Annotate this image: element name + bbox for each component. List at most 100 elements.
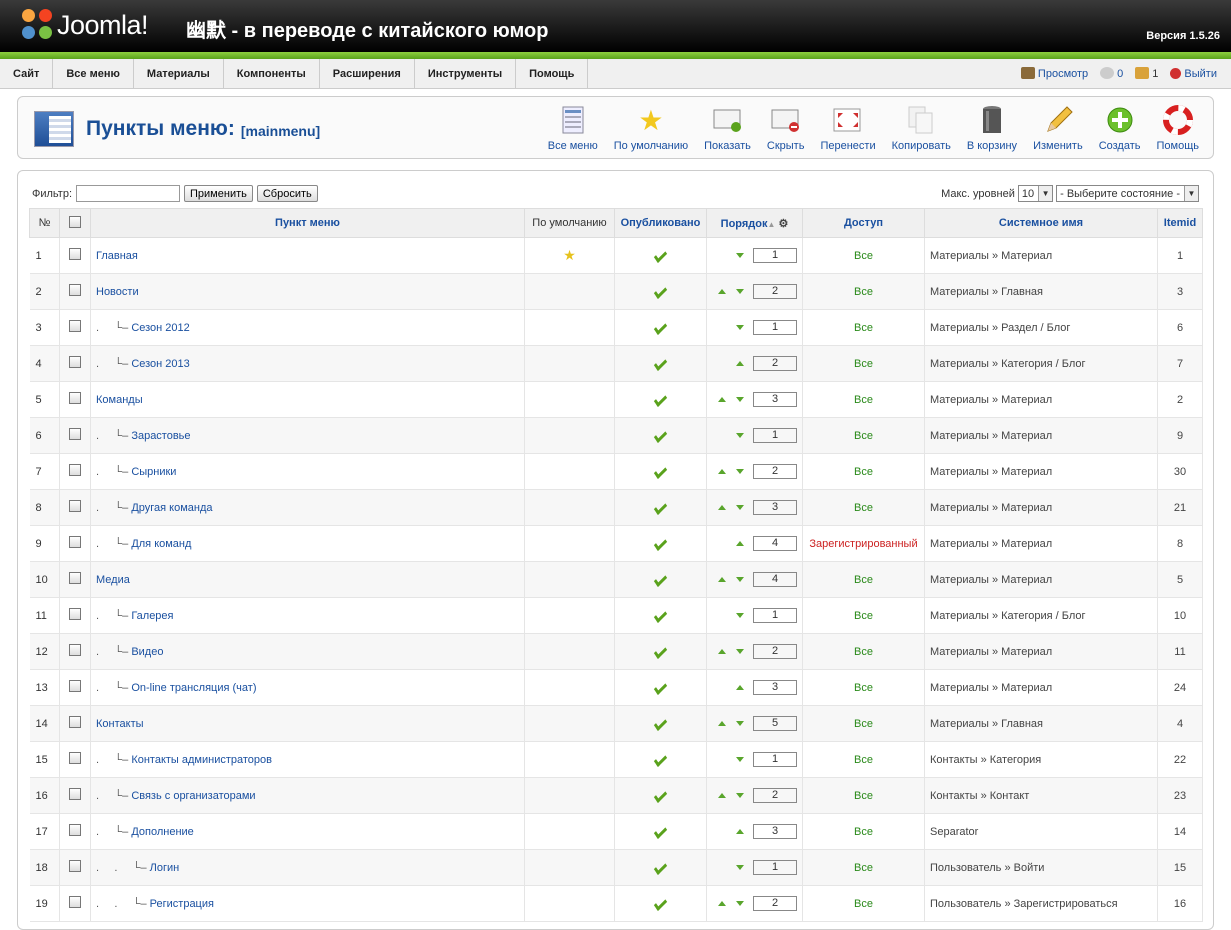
move-up-icon[interactable] [718,901,726,906]
menu-site[interactable]: Сайт [0,59,54,88]
toolbar-new-button[interactable]: Создать [1091,105,1149,152]
published-cell[interactable] [614,237,707,274]
col-access[interactable]: Доступ [802,208,925,238]
apply-button[interactable]: Применить [184,185,253,202]
published-cell[interactable] [614,669,707,706]
access-cell[interactable]: Все [802,453,925,490]
row-checkbox[interactable] [69,464,81,476]
item-name-link[interactable]: Логин [150,862,180,874]
order-input[interactable]: 4 [753,536,797,551]
row-checkbox-cell[interactable] [59,741,91,778]
row-checkbox-cell[interactable] [59,849,91,886]
published-cell[interactable] [614,777,707,814]
toolbar-help-button[interactable]: Помощь [1149,105,1208,152]
move-up-icon[interactable] [736,829,744,834]
published-check-icon[interactable] [653,607,668,623]
toolbar-trash-button[interactable]: В корзину [959,105,1025,152]
row-checkbox-cell[interactable] [59,489,91,526]
item-name-link[interactable]: Дополнение [131,826,193,838]
move-down-icon[interactable] [736,613,744,618]
item-name-link[interactable]: Видео [131,646,163,658]
row-checkbox-cell[interactable] [59,273,91,310]
published-check-icon[interactable] [653,319,668,335]
access-cell[interactable]: Все [802,561,925,598]
move-down-icon[interactable] [736,469,744,474]
published-check-icon[interactable] [653,895,668,911]
default-cell[interactable] [524,597,615,634]
row-checkbox[interactable] [69,284,81,296]
move-up-icon[interactable] [718,649,726,654]
access-cell[interactable]: Все [802,597,925,634]
published-cell[interactable] [614,489,707,526]
published-check-icon[interactable] [653,787,668,803]
move-up-icon[interactable] [736,685,744,690]
order-input[interactable]: 3 [753,392,797,407]
move-down-icon[interactable] [736,505,744,510]
default-cell[interactable] [524,273,615,310]
menu-components[interactable]: Компоненты [224,59,320,88]
levels-select[interactable]: 10 ▼ [1017,185,1054,202]
published-cell[interactable] [614,633,707,670]
published-cell[interactable] [614,561,707,598]
access-cell[interactable]: Все [802,237,925,274]
col-item[interactable]: Пункт меню [90,208,525,238]
row-checkbox-cell[interactable] [59,345,91,382]
item-name-link[interactable]: Сезон 2012 [131,322,189,334]
move-down-icon[interactable] [736,577,744,582]
default-star-icon[interactable]: ★ [563,247,576,263]
item-name-link[interactable]: Зарастовье [131,430,190,442]
row-checkbox-cell[interactable] [59,813,91,850]
access-cell[interactable]: Все [802,345,925,382]
access-cell[interactable]: Зарегистрированный [802,525,925,562]
row-checkbox-cell[interactable] [59,705,91,742]
messages-count[interactable]: 0 [1100,59,1123,89]
preview-link[interactable]: Просмотр [1020,59,1088,89]
default-cell[interactable] [524,633,615,670]
order-input[interactable]: 3 [753,680,797,695]
published-cell[interactable] [614,741,707,778]
row-checkbox[interactable] [69,500,81,512]
move-up-icon[interactable] [718,577,726,582]
move-down-icon[interactable] [736,901,744,906]
move-down-icon[interactable] [736,397,744,402]
item-name-link[interactable]: Медиа [96,574,130,586]
row-checkbox-cell[interactable] [59,633,91,670]
item-name-link[interactable]: Сезон 2013 [131,358,189,370]
menu-help[interactable]: Помощь [516,59,589,88]
move-up-icon[interactable] [718,289,726,294]
default-cell[interactable] [524,741,615,778]
published-cell[interactable] [614,381,707,418]
published-check-icon[interactable] [653,715,668,731]
access-cell[interactable]: Все [802,309,925,346]
move-down-icon[interactable] [736,721,744,726]
item-name-link[interactable]: On-line трансляция (чат) [131,682,256,694]
col-sysname[interactable]: Системное имя [924,208,1158,238]
published-cell[interactable] [614,813,707,850]
menu-extensions[interactable]: Расширения [320,59,415,88]
published-cell[interactable] [614,525,707,562]
access-cell[interactable]: Все [802,417,925,454]
move-up-icon[interactable] [736,541,744,546]
published-check-icon[interactable] [653,391,668,407]
joomla-logo[interactable]: Joomla! [22,9,149,41]
order-input[interactable]: 1 [753,248,797,263]
row-checkbox[interactable] [69,752,81,764]
order-input[interactable]: 2 [753,464,797,479]
row-checkbox[interactable] [69,320,81,332]
col-itemid[interactable]: Itemid [1157,208,1203,238]
default-cell[interactable] [524,525,615,562]
col-published[interactable]: Опубликовано [614,208,707,238]
access-cell[interactable]: Все [802,669,925,706]
move-up-icon[interactable] [718,397,726,402]
published-check-icon[interactable] [653,355,668,371]
published-check-icon[interactable] [653,751,668,767]
order-input[interactable]: 4 [753,572,797,587]
row-checkbox-cell[interactable] [59,525,91,562]
default-cell[interactable] [524,705,615,742]
published-check-icon[interactable] [653,283,668,299]
published-check-icon[interactable] [653,643,668,659]
row-checkbox[interactable] [69,536,81,548]
menu-all-menus[interactable]: Все меню [53,59,134,88]
move-down-icon[interactable] [736,325,744,330]
published-cell[interactable] [614,849,707,886]
